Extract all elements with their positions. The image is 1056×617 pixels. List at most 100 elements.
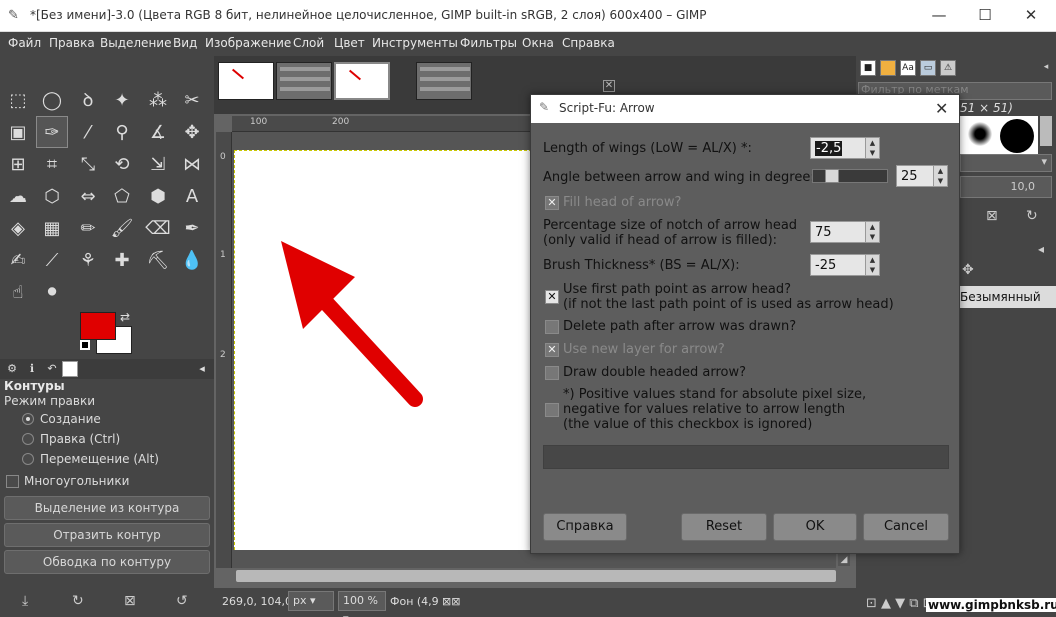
double-head-checkbox[interactable] xyxy=(545,366,559,380)
smudge-icon[interactable]: ☝ xyxy=(2,276,34,308)
align-icon[interactable]: ⊞ xyxy=(2,148,34,180)
delete-path-checkbox[interactable] xyxy=(545,320,559,334)
scale-icon[interactable]: ⇲ xyxy=(142,148,174,180)
image-tab-3-active[interactable] xyxy=(334,62,390,100)
menu-color[interactable]: Цвет xyxy=(334,36,365,50)
note-checkbox[interactable] xyxy=(545,403,559,417)
notch-stepper-icon[interactable]: ▲ ▼ xyxy=(865,222,879,242)
refresh-brushes-icon[interactable]: ↻ xyxy=(1026,208,1038,224)
restore-tool-preset-icon[interactable]: ↻ xyxy=(72,593,84,609)
perspective-clone-icon[interactable]: ⛏ xyxy=(142,244,174,276)
close-button[interactable]: ✕ xyxy=(1008,0,1054,32)
dodge-burn-icon[interactable]: ⚫ xyxy=(36,276,68,308)
angle-slider-handle[interactable] xyxy=(825,169,839,183)
pencil-icon[interactable]: ✏ xyxy=(72,212,104,244)
polygonal-checkbox[interactable] xyxy=(6,475,19,488)
menu-select[interactable]: Выделение xyxy=(100,36,171,50)
document-history-tab-icon[interactable]: ▭ xyxy=(920,60,936,76)
gradient-icon[interactable]: ▦ xyxy=(36,212,68,244)
wings-length-stepper-icon[interactable]: ▲ ▼ xyxy=(865,138,879,158)
configure-tab-icon[interactable]: ◂ xyxy=(194,361,210,377)
ok-button[interactable]: OK xyxy=(773,513,857,541)
foreground-color-swatch[interactable] xyxy=(80,312,116,340)
warp-icon[interactable]: ☁ xyxy=(2,180,34,212)
horizontal-scrollbar[interactable] xyxy=(236,570,836,582)
navigate-icon[interactable]: ◢ xyxy=(838,554,850,566)
fonts-tab-icon[interactable]: Aa xyxy=(900,60,916,76)
clone-icon[interactable]: ⚘ xyxy=(72,244,104,276)
cancel-button[interactable]: Cancel xyxy=(863,513,949,541)
menu-view[interactable]: Вид xyxy=(173,36,197,50)
mode-edit-radio[interactable] xyxy=(22,433,34,445)
patterns-tab-icon[interactable] xyxy=(880,60,896,76)
brush-thickness-stepper-icon[interactable]: ▲ ▼ xyxy=(865,255,879,275)
move-icon[interactable]: ✥ xyxy=(176,116,208,148)
lock-position-icon[interactable]: ✥ xyxy=(962,262,974,278)
default-colors-icon[interactable] xyxy=(80,340,90,350)
unified-transform-icon[interactable]: ⤡ xyxy=(72,148,104,180)
mirror-path-button[interactable]: Отразить контур xyxy=(4,523,210,547)
zoom-icon[interactable]: ⚲ xyxy=(106,116,138,148)
close-tab-icon[interactable]: ✕ xyxy=(603,80,615,92)
menu-help[interactable]: Справка xyxy=(562,36,615,50)
angle-stepper-icon[interactable]: ▲ ▼ xyxy=(933,166,947,186)
first-point-checkbox[interactable]: ✕ xyxy=(545,290,559,304)
heal-icon[interactable]: ✚ xyxy=(106,244,138,276)
swap-colors-icon[interactable]: ⇄ xyxy=(120,310,130,324)
undo-history-tab-icon[interactable]: ↶ xyxy=(44,361,60,377)
reset-button[interactable]: Reset xyxy=(681,513,767,541)
configure-layers-dock-icon[interactable]: ◂ xyxy=(1038,242,1044,256)
dialog-close-icon[interactable]: ✕ xyxy=(935,99,948,118)
brush-preset-select[interactable]: ▾ xyxy=(960,154,1052,172)
delete-brush-icon[interactable]: ⊠ xyxy=(986,208,998,224)
zoom-select[interactable]: 100 % ▾ xyxy=(338,591,386,617)
wings-length-spinner[interactable]: -2,5 ▲ ▼ xyxy=(810,137,880,159)
unit-select[interactable]: px ▾ xyxy=(288,591,334,611)
rotate-icon[interactable]: ⟲ xyxy=(106,148,138,180)
scissors-icon[interactable]: ✂ xyxy=(176,84,208,116)
flip-icon[interactable]: ⇔ xyxy=(72,180,104,212)
menu-tools[interactable]: Инструменты xyxy=(372,36,458,50)
menu-layer[interactable]: Слой xyxy=(293,36,324,50)
rect-select-icon[interactable]: ⬚ xyxy=(2,84,34,116)
fuzzy-select-icon[interactable]: ✦ xyxy=(106,84,138,116)
image-tab-4[interactable] xyxy=(416,62,472,100)
perspective-icon[interactable]: ⬡ xyxy=(36,180,68,212)
image-canvas[interactable] xyxy=(234,150,532,550)
tool-options-tab-icon[interactable]: ⚙ xyxy=(4,361,20,377)
image-tab-2[interactable] xyxy=(276,62,332,100)
ink-icon[interactable]: ✍ xyxy=(2,244,34,276)
crop-icon[interactable]: ⌗ xyxy=(36,148,68,180)
configure-dock-icon[interactable]: ◂ xyxy=(1038,60,1054,76)
fill-head-checkbox[interactable]: ✕ xyxy=(545,196,559,210)
save-tool-preset-icon[interactable]: ⤓ xyxy=(22,593,28,609)
airbrush-icon[interactable]: ✒ xyxy=(176,212,208,244)
maximize-button[interactable]: ☐ xyxy=(962,0,1008,32)
angle-spinner[interactable]: 25 ▲ ▼ xyxy=(896,165,948,187)
stroke-path-button[interactable]: Обводка по контуру xyxy=(4,550,210,574)
mode-design-radio[interactable] xyxy=(22,413,34,425)
menu-image[interactable]: Изображение xyxy=(205,36,291,50)
warning-tab-icon[interactable]: ⚠ xyxy=(940,60,956,76)
images-tab-icon[interactable] xyxy=(62,361,78,377)
notch-spinner[interactable]: 75 ▲ ▼ xyxy=(810,221,880,243)
layer-actions-icons[interactable]: ⊡ ▲ ▼ ⧉ ⊡ xyxy=(866,596,934,611)
menu-windows[interactable]: Окна xyxy=(522,36,554,50)
measure-icon[interactable]: ∡ xyxy=(142,116,174,148)
blur-icon[interactable]: 💧 xyxy=(176,244,208,276)
brush-thickness-spinner[interactable]: -25 ▲ ▼ xyxy=(810,254,880,276)
help-button[interactable]: Справка xyxy=(543,513,627,541)
text-tool-icon[interactable]: A xyxy=(176,180,208,212)
foreground-select-icon[interactable]: ▣ xyxy=(2,116,34,148)
brush-preview-hard[interactable] xyxy=(996,116,1038,154)
reset-tool-options-icon[interactable]: ↺ xyxy=(176,593,188,609)
selection-from-path-button[interactable]: Выделение из контура xyxy=(4,496,210,520)
layer-row[interactable]: Безымянный xyxy=(958,286,1056,308)
mode-move-radio[interactable] xyxy=(22,453,34,465)
handle-transform-icon[interactable]: ⬢ xyxy=(142,180,174,212)
minimize-button[interactable]: — xyxy=(916,0,962,32)
spacing-field[interactable]: 10,0 xyxy=(960,176,1052,198)
brush-list-scrollbar[interactable] xyxy=(1040,116,1052,146)
free-select-icon[interactable]: ꝺ xyxy=(72,84,104,116)
menu-filters[interactable]: Фильтры xyxy=(460,36,517,50)
